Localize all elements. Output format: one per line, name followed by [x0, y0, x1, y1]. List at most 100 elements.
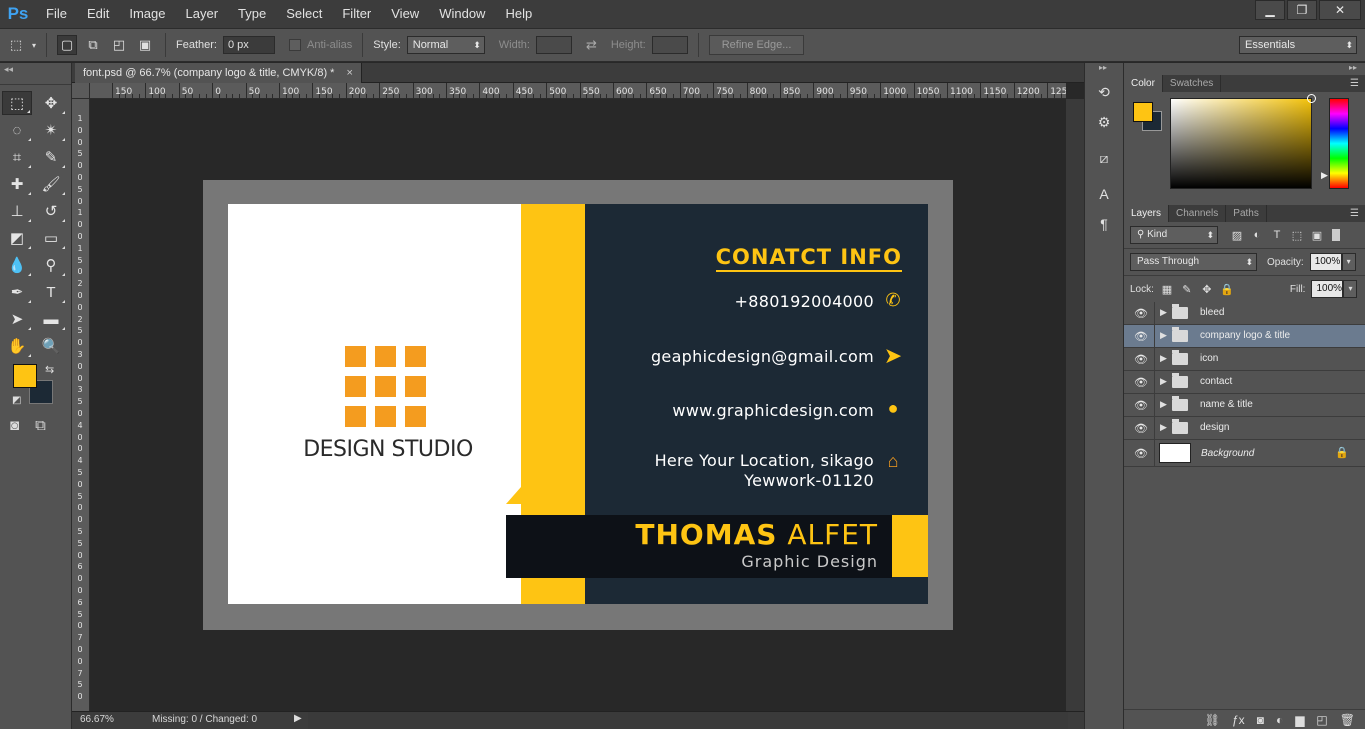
tab-channels[interactable]: Channels	[1169, 205, 1227, 222]
minimize-button[interactable]: ▁	[1255, 0, 1285, 20]
panel-menu-icon[interactable]: ☰	[1350, 78, 1359, 89]
add-selection-icon[interactable]: ⧉	[83, 35, 103, 55]
dodge-tool-icon[interactable]: ⚲	[36, 253, 66, 277]
hue-slider-arrow-icon[interactable]: ▶	[1321, 170, 1328, 181]
color-field[interactable]	[1170, 94, 1316, 189]
brush-tool-icon[interactable]: 🖌	[36, 172, 66, 196]
layers-menu-icon[interactable]: ☰	[1350, 208, 1359, 219]
expand-arrow-icon[interactable]: ▶	[1160, 330, 1167, 341]
new-layer-icon[interactable]: ◰	[1316, 713, 1327, 727]
zoom-level[interactable]: 66.67%	[80, 714, 114, 725]
status-menu-arrow-icon[interactable]: ▶	[294, 713, 302, 724]
rectangle-tool-icon[interactable]: ▬	[36, 307, 66, 331]
tab-paths[interactable]: Paths	[1226, 205, 1267, 222]
toolbox-collapse-icon[interactable]: ◂◂	[0, 63, 71, 85]
layer-group-icon[interactable]: 👁 ▶ icon	[1124, 348, 1365, 371]
menu-file[interactable]: File	[36, 0, 77, 28]
brush-preset-panel-icon[interactable]: ⧄	[1085, 145, 1123, 171]
visibility-eye-icon[interactable]: 👁	[1134, 307, 1148, 320]
vertical-scrollbar[interactable]	[1066, 99, 1084, 711]
layer-group-contact[interactable]: 👁 ▶ contact	[1124, 371, 1365, 394]
marquee-preset-icon[interactable]: ⬚	[6, 35, 26, 55]
visibility-eye-icon[interactable]: 👁	[1134, 330, 1148, 343]
workspace-select[interactable]: Essentials	[1239, 36, 1357, 54]
expand-arrow-icon[interactable]: ▶	[1160, 307, 1167, 318]
pen-tool-icon[interactable]: ✒	[2, 280, 32, 304]
intersect-selection-icon[interactable]: ▣	[135, 35, 155, 55]
menu-filter[interactable]: Filter	[332, 0, 381, 28]
gradient-tool-icon[interactable]: ▭	[36, 226, 66, 250]
rect-marquee-tool-icon[interactable]: ⬚	[2, 91, 32, 115]
layer-group-company-logo-title[interactable]: 👁 ▶ company logo & title	[1124, 325, 1365, 348]
ruler-origin[interactable]	[72, 83, 90, 99]
menu-type[interactable]: Type	[228, 0, 276, 28]
fill-dropdown-icon[interactable]: ▾	[1343, 280, 1358, 298]
lock-all-icon[interactable]: 🔒	[1220, 283, 1234, 296]
restore-button[interactable]: ❐	[1287, 0, 1317, 20]
vertical-ruler[interactable]: 1 0 0 5 0 0 5 0 1 0 0 1 5 0 2 0 0 2 5 0 3 0 0 3 5 0 4 0 0 4 5 0 5 0 0 5 5 0 6 0…	[72, 99, 90, 711]
opacity-input[interactable]: 100%	[1309, 253, 1342, 271]
new-group-icon[interactable]: ▆	[1295, 713, 1304, 727]
history-brush-tool-icon[interactable]: ↺	[36, 199, 66, 223]
expand-arrow-icon[interactable]: ▶	[1160, 376, 1167, 387]
hand-tool-icon[interactable]: ✋	[2, 334, 32, 358]
crop-tool-icon[interactable]: ⌗	[2, 145, 32, 169]
expand-arrow-icon[interactable]: ▶	[1160, 353, 1167, 364]
eraser-tool-icon[interactable]: ◩	[2, 226, 32, 250]
menu-layer[interactable]: Layer	[176, 0, 229, 28]
opacity-dropdown-icon[interactable]: ▾	[1341, 253, 1356, 271]
menu-help[interactable]: Help	[495, 0, 542, 28]
history-panel-icon[interactable]: ⟲	[1085, 79, 1123, 105]
color-picker-handle[interactable]	[1307, 94, 1316, 103]
eyedropper-tool-icon[interactable]: ✎	[36, 145, 66, 169]
paragraph-panel-icon[interactable]: ¶	[1085, 211, 1123, 237]
healing-brush-tool-icon[interactable]: ✚	[2, 172, 32, 196]
menu-select[interactable]: Select	[276, 0, 332, 28]
layer-filter-select[interactable]: ⚲ Kind	[1130, 226, 1218, 244]
filter-type-icon[interactable]: T	[1270, 229, 1284, 241]
filter-adjustment-icon[interactable]: ◐	[1250, 229, 1264, 241]
magic-wand-tool-icon[interactable]: ✴	[36, 118, 66, 142]
filter-pixel-icon[interactable]: ▨	[1230, 229, 1244, 242]
width-input[interactable]	[535, 36, 572, 54]
lock-pixels-icon[interactable]: ✎	[1180, 283, 1194, 296]
path-selection-tool-icon[interactable]: ➤	[2, 307, 32, 331]
color-panel-fg-swatch[interactable]	[1133, 102, 1153, 122]
screen-mode-icon[interactable]: ⧉	[35, 417, 46, 434]
default-colors-icon[interactable]: ◩	[12, 395, 21, 406]
menu-image[interactable]: Image	[119, 0, 175, 28]
filter-shape-icon[interactable]: ⬚	[1290, 229, 1304, 242]
refine-edge-button[interactable]: Refine Edge...	[708, 35, 805, 55]
move-tool-icon[interactable]: ✥	[36, 91, 66, 115]
lock-position-icon[interactable]: ✥	[1200, 283, 1214, 296]
strip-collapse-icon[interactable]: ▸▸	[1085, 63, 1123, 75]
swap-colors-icon[interactable]: ⇆	[45, 363, 54, 376]
hue-slider[interactable]	[1329, 98, 1349, 189]
document-tab[interactable]: font.psd @ 66.7% (company logo & title, …	[75, 63, 362, 83]
menu-edit[interactable]: Edit	[77, 0, 119, 28]
filter-toggle[interactable]	[1332, 229, 1340, 241]
business-card[interactable]: DESIGN STUDIO CONATCT INFO +880192004000…	[228, 204, 928, 604]
properties-panel-icon[interactable]: ⚙	[1085, 109, 1123, 135]
preset-arrow-icon[interactable]: ▾	[32, 41, 36, 50]
blur-tool-icon[interactable]: 💧	[2, 253, 32, 277]
antialias-checkbox[interactable]	[288, 39, 301, 51]
new-selection-icon[interactable]: ▢	[57, 35, 78, 55]
horizontal-ruler[interactable]: 150 100 50 0 50 100 150 200 250 300 350 400 450 500 55…	[90, 83, 1066, 99]
clone-stamp-tool-icon[interactable]: ⊥	[2, 199, 32, 223]
foreground-color-swatch[interactable]	[13, 364, 37, 388]
delete-layer-icon[interactable]: 🗑	[1340, 713, 1355, 727]
subtract-selection-icon[interactable]: ◰	[109, 35, 129, 55]
type-tool-icon[interactable]: T	[36, 280, 66, 304]
layer-group-bleed[interactable]: 👁 ▶ bleed	[1124, 302, 1365, 325]
menu-window[interactable]: Window	[429, 0, 495, 28]
tab-color[interactable]: Color	[1124, 75, 1163, 92]
tab-swatches[interactable]: Swatches	[1163, 75, 1222, 92]
swap-dimensions-icon[interactable]: ⇄	[586, 37, 597, 53]
quick-mask-icon[interactable]: ◙	[10, 417, 19, 434]
menu-view[interactable]: View	[381, 0, 429, 28]
panels-collapse-icon[interactable]: ▸▸	[1124, 63, 1365, 75]
lock-transparent-icon[interactable]: ▦	[1160, 283, 1174, 296]
visibility-eye-icon[interactable]: 👁	[1134, 422, 1148, 435]
close-button[interactable]: ✕	[1319, 0, 1361, 20]
